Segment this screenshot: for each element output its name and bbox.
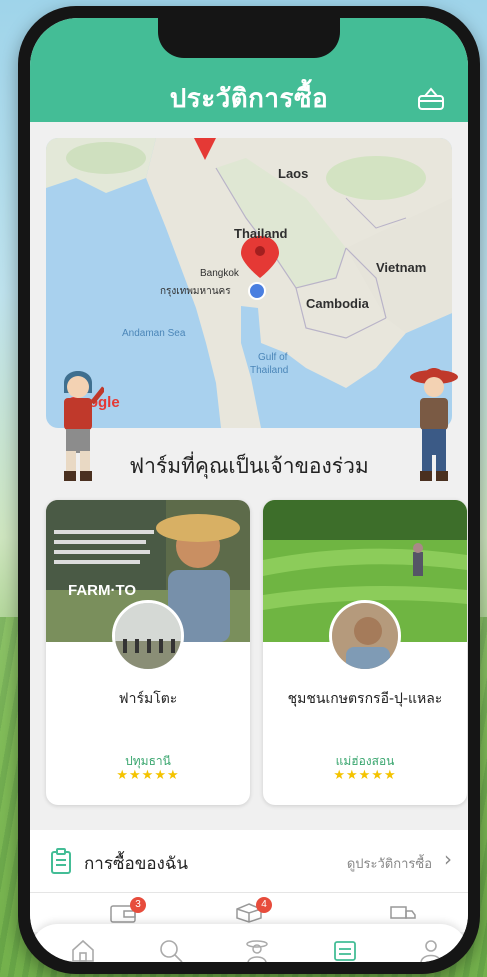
map-label-cambodia: Cambodia: [306, 296, 369, 311]
my-purchases-label: การซื้อของฉัน: [84, 854, 189, 874]
farm-avatar: [112, 600, 184, 672]
map-label-bangkok: Bangkok: [200, 268, 239, 279]
to-pay-badge: 3: [130, 897, 146, 913]
map-label-laos: Laos: [278, 166, 309, 181]
co-owned-farms-heading: ฟาร์มที่คุณเป็นเจ้าของร่วม: [129, 454, 369, 478]
map-label-gulf: Gulf of: [258, 352, 288, 363]
farm-card[interactable]: FARM·TO ฟาร์มโตะ ปทุมธานี ★★★★★: [46, 500, 250, 805]
phone-notch: [158, 18, 340, 58]
clipboard-icon: [51, 848, 71, 874]
to-ship-status[interactable]: 4: [236, 897, 272, 923]
map-label-andaman-sea: Andaman Sea: [122, 328, 186, 339]
farmer-icon[interactable]: [244, 938, 270, 962]
farm-rating-stars: ★★★★★: [116, 768, 180, 783]
view-purchase-history-link[interactable]: ดูประวัติการซื้อ: [347, 853, 432, 874]
farm-avatar: [329, 600, 401, 672]
map-label-bangkok-thai: กรุงเทพมหานคร: [160, 286, 231, 297]
map-land: [46, 138, 452, 428]
farm-card[interactable]: ชุมชนเกษตรกรอี-ปุ-แหละ แม่ฮ่องสอน ★★★★★: [263, 500, 467, 805]
truck-icon: [390, 906, 416, 919]
search-icon[interactable]: [158, 938, 184, 962]
chevron-right-icon[interactable]: ›: [444, 847, 452, 871]
phone-frame: ประวัติการซื้อ Laos Thailand Vietnam Cam…: [18, 6, 480, 974]
to-ship-badge: 4: [256, 897, 272, 913]
map-label-thailand: Thailand: [234, 226, 288, 241]
app-screen: ประวัติการซื้อ Laos Thailand Vietnam Cam…: [30, 18, 468, 962]
user-icon[interactable]: [418, 938, 444, 962]
map-label-vietnam: Vietnam: [376, 260, 427, 275]
map-label-gulf-thailand: Thailand: [250, 365, 289, 376]
farm-name: ชุมชนเกษตรกรอี-ปุ-แหละ: [287, 691, 443, 707]
to-receive-status[interactable]: [390, 903, 416, 923]
bottom-tab-bar: [30, 924, 468, 962]
list-icon[interactable]: [332, 938, 358, 962]
basket-icon[interactable]: [416, 86, 446, 112]
home-icon[interactable]: [70, 938, 96, 962]
farm-banner-text: FARM·TO: [68, 582, 137, 599]
farm-location-map[interactable]: Laos Thailand Vietnam Cambodia Bangkok ก…: [46, 138, 452, 428]
my-purchases-row[interactable]: การซื้อของฉัน ดูประวัติการซื้อ ›: [30, 830, 468, 892]
to-pay-status[interactable]: 3: [110, 897, 146, 923]
farm-name: ฟาร์มโตะ: [118, 691, 178, 707]
page-title: ประวัติการซื้อ: [169, 84, 329, 114]
farm-rating-stars: ★★★★★: [333, 768, 397, 783]
